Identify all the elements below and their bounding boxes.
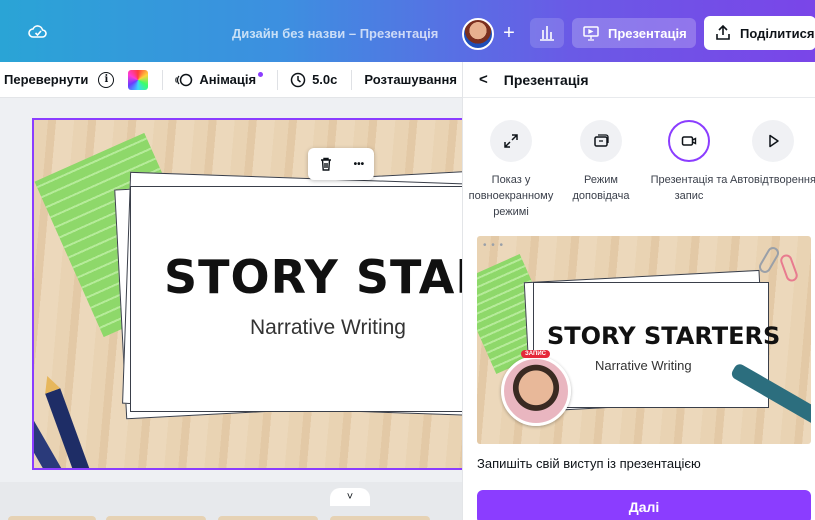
editor-toolbar: Перевернути i Анімація 5.0с Розташування	[0, 62, 462, 98]
option-label: Автовідтворення	[730, 174, 815, 186]
toolbar-divider	[351, 69, 353, 90]
top-bar: Дизайн без назви – Презентація + Презент…	[0, 0, 815, 62]
option-record[interactable]: Презентація та запис	[645, 120, 733, 204]
slide[interactable]: STORY STARTE Narrative Writing	[32, 118, 472, 470]
info-button[interactable]: i	[98, 62, 115, 98]
upload-share-icon	[716, 24, 730, 40]
recording-preview: • • • STORY STARTERS Narrative Writing З…	[477, 236, 811, 444]
user-avatar[interactable]	[462, 18, 494, 50]
option-label: Показ у повноекранному режимі	[468, 174, 554, 218]
page-thumbnail[interactable]	[106, 516, 206, 520]
panel-header: < Презентація	[463, 62, 815, 98]
page-thumbnail[interactable]	[218, 516, 318, 520]
option-fullscreen[interactable]: Показ у повноекранному режимі	[467, 120, 555, 220]
bar-chart-icon	[540, 26, 554, 41]
option-presenter[interactable]: Режим доповідача	[557, 120, 645, 204]
option-label: Презентація та запис	[650, 174, 728, 202]
preview-dots: • • •	[483, 240, 505, 251]
recording-badge: ЗАПИС	[521, 350, 550, 358]
expand-pages-button[interactable]: ˅	[330, 488, 370, 506]
option-label: Режим доповідача	[572, 174, 630, 202]
color-palette-icon	[128, 69, 149, 90]
duration-label: 5.0с	[312, 72, 338, 87]
presenter-camera-avatar	[501, 356, 571, 426]
panel-caption: Запишіть свій виступ із презентацією	[477, 456, 701, 471]
slide-title[interactable]: STORY STARTE	[164, 250, 470, 304]
canvas-area: STORY STARTE Narrative Writing ••• ˅	[0, 98, 472, 520]
position-label: Розташування	[364, 72, 457, 87]
toolbar-divider	[277, 69, 279, 90]
trash-icon[interactable]	[318, 156, 334, 172]
paperclip-decoration	[778, 252, 800, 284]
flip-button[interactable]: Перевернути	[4, 62, 88, 98]
animation-button[interactable]: Анімація	[175, 62, 264, 98]
paperclip-decoration	[756, 244, 782, 276]
next-button[interactable]: Далі	[477, 490, 811, 520]
presentation-screen-icon	[583, 26, 599, 41]
camera-icon	[668, 120, 710, 162]
duration-button[interactable]: 5.0с	[290, 62, 337, 98]
pages-strip	[0, 482, 462, 520]
present-button-label: Презентація	[608, 25, 687, 41]
toolbar-divider	[162, 69, 164, 90]
animation-icon	[175, 73, 193, 86]
insights-button[interactable]	[530, 18, 564, 48]
new-indicator-dot	[258, 72, 264, 77]
document-title[interactable]: Дизайн без назви – Презентація	[232, 26, 438, 41]
page-thumbnail[interactable]	[8, 516, 96, 520]
element-floating-toolbar: •••	[308, 148, 374, 180]
panel-title: Презентація	[503, 71, 589, 88]
info-icon: i	[98, 71, 115, 88]
invite-plus-button[interactable]: +	[497, 22, 521, 46]
animation-label: Анімація	[199, 72, 257, 87]
share-button[interactable]: Поділитися	[704, 16, 815, 50]
page-thumbnail[interactable]	[330, 516, 430, 520]
preview-subtitle: Narrative Writing	[595, 358, 692, 373]
position-button[interactable]: Розташування	[364, 62, 457, 98]
option-autoplay[interactable]: Автовідтворення	[729, 120, 815, 188]
preview-title: STORY STARTERS	[547, 322, 781, 350]
slide-subtitle[interactable]: Narrative Writing	[250, 316, 406, 340]
presenter-icon	[580, 120, 622, 162]
flip-label: Перевернути	[4, 72, 89, 87]
presentation-panel: < Презентація Показ у повноекранному реж…	[462, 62, 815, 520]
back-button[interactable]: <	[479, 71, 488, 88]
clock-icon	[290, 72, 306, 87]
play-icon	[752, 120, 794, 162]
more-options-button[interactable]: •••	[354, 159, 365, 170]
fullscreen-icon	[490, 120, 532, 162]
present-button[interactable]: Презентація	[572, 18, 696, 48]
color-button[interactable]	[128, 62, 149, 98]
cloud-saved-icon[interactable]	[28, 22, 48, 42]
share-button-label: Поділитися	[740, 25, 815, 41]
